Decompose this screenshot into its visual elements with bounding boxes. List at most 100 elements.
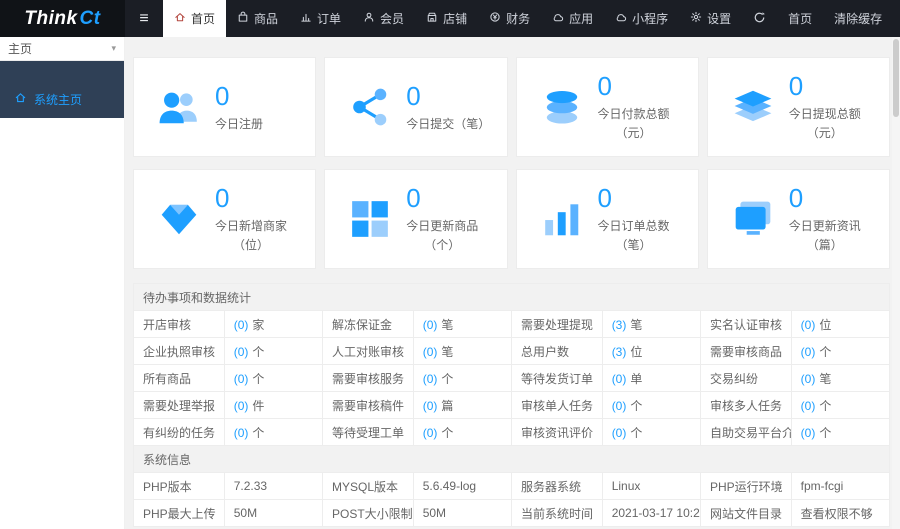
todo-value: (0)个 bbox=[413, 365, 511, 392]
sidebar-select-value: 主页 bbox=[8, 40, 32, 57]
todo-unit: 笔 bbox=[630, 318, 642, 332]
todo-count-link[interactable]: (0) bbox=[234, 372, 249, 386]
tab-orders[interactable]: 订单 bbox=[289, 0, 352, 37]
todo-label: 需要审核稿件 bbox=[322, 392, 413, 419]
stat-sublabel: （篇） bbox=[789, 236, 861, 253]
tab-finance[interactable]: 财务 bbox=[478, 0, 541, 37]
system-value: 50M bbox=[413, 500, 511, 527]
home-link-label: 首页 bbox=[788, 10, 812, 27]
system-value: 5.6.49-log bbox=[413, 473, 511, 500]
todo-value: (3)笔 bbox=[602, 311, 700, 338]
todo-count-link[interactable]: (0) bbox=[423, 372, 438, 386]
scrollbar-track[interactable] bbox=[892, 37, 900, 529]
todo-count-link[interactable]: (0) bbox=[423, 345, 438, 359]
stat-sublabel: （笔） bbox=[598, 236, 670, 253]
sidebar-module-select[interactable]: 主页 ▾ bbox=[0, 37, 124, 61]
miniapp-icon bbox=[615, 11, 627, 26]
menu-toggle-icon[interactable]: ≡ bbox=[125, 0, 163, 37]
todo-unit: 位 bbox=[819, 318, 831, 332]
orders-icon bbox=[300, 11, 312, 26]
todo-count-link[interactable]: (0) bbox=[801, 426, 816, 440]
tab-shop[interactable]: 店铺 bbox=[415, 0, 478, 37]
todo-count-link[interactable]: (0) bbox=[801, 345, 816, 359]
app-logo[interactable]: Think Ct bbox=[0, 0, 125, 37]
sidebar-item-system-home[interactable]: 系统主页 bbox=[0, 80, 124, 118]
todo-unit: 篇 bbox=[441, 399, 453, 413]
todo-count-link[interactable]: (0) bbox=[612, 372, 627, 386]
shop-icon bbox=[426, 11, 438, 26]
todo-row: 企业执照审核(0)个人工对账审核(0)笔总用户数(3)位需要审核商品(0)个 bbox=[134, 338, 890, 365]
tab-goods[interactable]: 商品 bbox=[226, 0, 289, 37]
todo-label: 需要审核服务 bbox=[322, 365, 413, 392]
todo-count-link[interactable]: (0) bbox=[612, 426, 627, 440]
todo-count-link[interactable]: (0) bbox=[234, 426, 249, 440]
todo-value: (0)笔 bbox=[413, 311, 511, 338]
todo-count-link[interactable]: (3) bbox=[612, 318, 627, 332]
stat-value: 0 bbox=[789, 185, 803, 211]
system-value: 7.2.33 bbox=[224, 473, 322, 500]
todo-value: (0)件 bbox=[224, 392, 322, 419]
tab-miniapp[interactable]: 小程序 bbox=[604, 0, 679, 37]
todo-label: 审核单人任务 bbox=[511, 392, 602, 419]
system-label: POST大小限制 bbox=[322, 500, 413, 527]
clear-cache-button[interactable]: 清除缓存 bbox=[823, 0, 893, 37]
todo-value: (0)家 bbox=[224, 311, 322, 338]
system-section-header: 系统信息 bbox=[134, 446, 890, 473]
home-icon bbox=[174, 11, 186, 26]
todo-value: (0)个 bbox=[791, 392, 889, 419]
dashboard-table: 待办事项和数据统计开店审核(0)家解冻保证金(0)笔需要处理提现(3)笔实名认证… bbox=[133, 283, 890, 527]
todo-unit: 个 bbox=[441, 426, 453, 440]
todo-count-link[interactable]: (0) bbox=[801, 318, 816, 332]
todo-count-link[interactable]: (0) bbox=[234, 399, 249, 413]
todo-count-link[interactable]: (0) bbox=[423, 426, 438, 440]
todo-unit: 笔 bbox=[441, 318, 453, 332]
todo-unit: 个 bbox=[252, 345, 264, 359]
todo-count-link[interactable]: (0) bbox=[423, 399, 438, 413]
settings-icon bbox=[690, 11, 702, 26]
system-label: PHP版本 bbox=[134, 473, 225, 500]
tab-home[interactable]: 首页 bbox=[163, 0, 226, 37]
database-icon bbox=[541, 86, 583, 128]
tab-label: 会员 bbox=[380, 10, 404, 27]
todo-count-link[interactable]: (0) bbox=[801, 399, 816, 413]
todo-label: 解冻保证金 bbox=[322, 311, 413, 338]
todo-count-link[interactable]: (3) bbox=[612, 345, 627, 359]
refresh-icon bbox=[753, 11, 766, 27]
todo-label: 自助交易平台介入 bbox=[700, 419, 791, 446]
topbar-actions: 首页 清除缓存 admin ▾ bbox=[742, 0, 900, 37]
stat-card-database: 0 今日付款总额 （元） bbox=[516, 57, 699, 157]
stat-value: 0 bbox=[215, 185, 229, 211]
todo-value: (0)笔 bbox=[791, 365, 889, 392]
system-label: 服务器系统 bbox=[511, 473, 602, 500]
system-value: 2021-03-17 10:23:35 bbox=[602, 500, 700, 527]
system-label: PHP最大上传 bbox=[134, 500, 225, 527]
section-title: 待办事项和数据统计 bbox=[134, 284, 890, 311]
chart-icon bbox=[541, 198, 583, 240]
tab-members[interactable]: 会员 bbox=[352, 0, 415, 37]
tab-settings[interactable]: 设置 bbox=[679, 0, 742, 37]
scrollbar-thumb[interactable] bbox=[893, 39, 899, 117]
system-label: PHP运行环境 bbox=[700, 473, 791, 500]
home-link[interactable]: 首页 bbox=[777, 0, 823, 37]
todo-label: 所有商品 bbox=[134, 365, 225, 392]
todo-count-link[interactable]: (0) bbox=[801, 372, 816, 386]
stat-label: 今日更新资讯 bbox=[789, 217, 861, 234]
todo-count-link[interactable]: (0) bbox=[423, 318, 438, 332]
system-label: MYSQL版本 bbox=[322, 473, 413, 500]
todo-count-link[interactable]: (0) bbox=[234, 345, 249, 359]
tab-apps[interactable]: 应用 bbox=[541, 0, 604, 37]
user-menu[interactable]: admin ▾ bbox=[893, 0, 900, 37]
todo-value: (0)个 bbox=[791, 338, 889, 365]
system-row: PHP版本7.2.33MYSQL版本5.6.49-log服务器系统LinuxPH… bbox=[134, 473, 890, 500]
todo-row: 有纠纷的任务(0)个等待受理工单(0)个审核资讯评价(0)个自助交易平台介入(0… bbox=[134, 419, 890, 446]
todo-count-link[interactable]: (0) bbox=[234, 318, 249, 332]
system-value: Linux bbox=[602, 473, 700, 500]
todo-label: 需要审核商品 bbox=[700, 338, 791, 365]
tab-label: 财务 bbox=[506, 10, 530, 27]
stat-value: 0 bbox=[215, 83, 229, 109]
boxes-icon bbox=[349, 198, 391, 240]
chevron-down-icon: ▾ bbox=[111, 43, 116, 54]
refresh-button[interactable] bbox=[742, 0, 777, 37]
todo-value: (0)个 bbox=[602, 392, 700, 419]
todo-count-link[interactable]: (0) bbox=[612, 399, 627, 413]
